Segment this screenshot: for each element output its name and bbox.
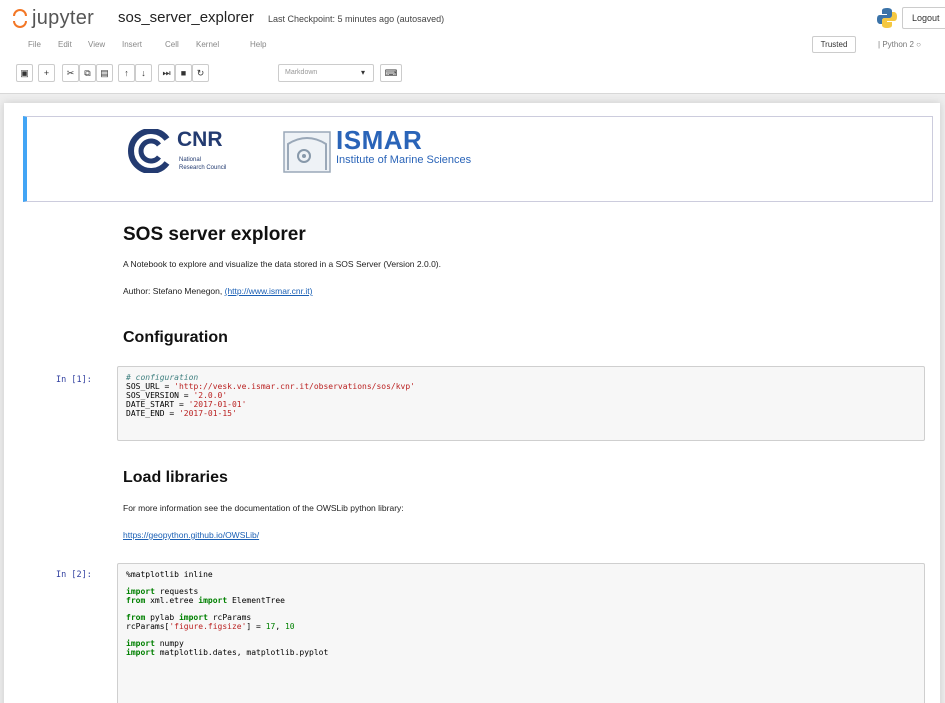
menu-help[interactable]: Help — [250, 40, 266, 49]
header: jupyter sos_server_explorer Last Checkpo… — [0, 0, 945, 94]
checkpoint-status: Last Checkpoint: 5 minutes ago (autosave… — [268, 14, 445, 24]
move-up-button[interactable]: ↑ — [118, 64, 135, 82]
keyboard-icon: ⌨ — [384, 68, 398, 78]
notebook-title: SOS server explorer — [123, 224, 306, 245]
code-line: import matplotlib.dates, matplotlib.pypl… — [126, 648, 329, 657]
code-cell-2[interactable]: %matplotlib inline import requests from xm… — [117, 563, 925, 703]
code-line: import numpy — [126, 639, 184, 648]
restart-button[interactable]: ↻ — [192, 64, 209, 82]
ismar-emblem-icon — [283, 131, 331, 173]
code-line: from pylab import rcParams — [126, 613, 252, 622]
code-line: rcParams['figure.figsize'] = 17, 10 — [126, 622, 295, 631]
menu-kernel[interactable]: Kernel — [196, 40, 219, 49]
paste-button[interactable]: ▤ — [96, 64, 113, 82]
kernel-indicator: | Python 2 ○ — [878, 40, 921, 49]
save-icon: ▣ — [20, 68, 29, 78]
cell-2-prompt: In [2]: — [56, 570, 92, 580]
notebook-page: jupyter sos_server_explorer Last Checkpo… — [0, 0, 945, 703]
move-down-icon: ↓ — [141, 68, 146, 78]
cnr-emblem-icon — [128, 129, 170, 173]
notebook-name[interactable]: sos_server_explorer — [118, 9, 254, 26]
stop-icon: ■ — [180, 68, 187, 78]
code-line: DATE_START = '2017-01-01' — [126, 400, 247, 409]
author-line: Author: Stefano Menegon, (http://www.ism… — [123, 286, 312, 296]
ismar-subtitle: Institute of Marine Sciences — [336, 154, 472, 166]
cnr-subtitle-2: Research Council — [179, 165, 227, 171]
copy-button[interactable]: ⧉ — [79, 64, 96, 82]
cut-icon: ✂ — [66, 68, 75, 78]
command-palette-button[interactable]: ⌨ — [380, 64, 402, 82]
intro-text: A Notebook to explore and visualize the … — [123, 259, 441, 269]
configuration-heading: Configuration — [123, 329, 228, 346]
ismar-title: ISMAR — [336, 125, 423, 155]
cell-1-prompt: In [1]: — [56, 375, 92, 385]
app-name: jupyter — [32, 6, 95, 29]
menu-file[interactable]: File — [28, 40, 41, 49]
cnr-title: CNR — [177, 128, 223, 151]
cell-type-value: Markdown — [285, 69, 318, 76]
code-line: import requests — [126, 587, 199, 596]
insert-cell-button[interactable]: + — [38, 64, 55, 82]
cnr-logo: CNR National Research Council — [127, 127, 262, 179]
ismar-logo: ISMAR Institute of Marine Sciences — [282, 125, 542, 179]
python-logo-icon — [877, 8, 897, 28]
code-line: from xml.etree import ElementTree — [126, 596, 285, 605]
add-icon: + — [43, 68, 50, 78]
copy-icon: ⧉ — [84, 68, 91, 78]
cell-type-select[interactable]: Markdown ▾ — [278, 64, 374, 82]
cnr-subtitle-1: National — [179, 157, 202, 163]
code-line: DATE_END = '2017-01-15' — [126, 409, 237, 418]
code-line: %matplotlib inline — [126, 570, 213, 579]
owslib-link[interactable]: https://geopython.github.io/OWSLib/ — [123, 530, 259, 540]
logo-markdown-cell[interactable]: CNR National Research Council ISMAR Inst… — [23, 116, 933, 202]
stop-button[interactable]: ■ — [175, 64, 192, 82]
code-line: SOS_VERSION = '2.0.0' — [126, 391, 228, 400]
menu-edit[interactable]: Edit — [58, 40, 72, 49]
move-down-button[interactable]: ↓ — [135, 64, 152, 82]
trusted-badge[interactable]: Trusted — [812, 36, 856, 53]
menu-insert[interactable]: Insert — [122, 40, 142, 49]
logout-button[interactable]: Logout — [902, 7, 945, 29]
kernel-name: Python 2 — [882, 40, 914, 49]
load-libraries-text: For more information see the documentati… — [123, 503, 404, 513]
restart-icon: ↻ — [196, 68, 205, 78]
paste-icon: ▤ — [100, 68, 109, 78]
author-text: Author: Stefano Menegon, — [123, 286, 225, 296]
notebook-container: CNR National Research Council ISMAR Inst… — [4, 103, 940, 703]
code-comment: # configuration — [126, 373, 199, 382]
run-button[interactable]: ⏭ — [158, 64, 175, 82]
code-cell-1[interactable]: # configuration SOS_URL = 'http://vesk.ve… — [117, 366, 925, 441]
menu-cell[interactable]: Cell — [165, 40, 179, 49]
code-line: SOS_URL = 'http://vesk.ve.ismar.cnr.it/o… — [126, 382, 415, 391]
cut-button[interactable]: ✂ — [62, 64, 79, 82]
load-libraries-heading: Load libraries — [123, 469, 228, 486]
jupyter-logo[interactable]: jupyter — [12, 5, 94, 31]
author-link[interactable]: (http://www.ismar.cnr.it) — [225, 286, 313, 296]
chevron-down-icon: ▾ — [360, 68, 365, 77]
run-icon: ⏭ — [162, 68, 171, 78]
save-button[interactable]: ▣ — [16, 64, 33, 82]
menu-view[interactable]: View — [88, 40, 105, 49]
move-up-icon: ↑ — [124, 68, 129, 78]
jupyter-logo-icon — [12, 6, 28, 30]
